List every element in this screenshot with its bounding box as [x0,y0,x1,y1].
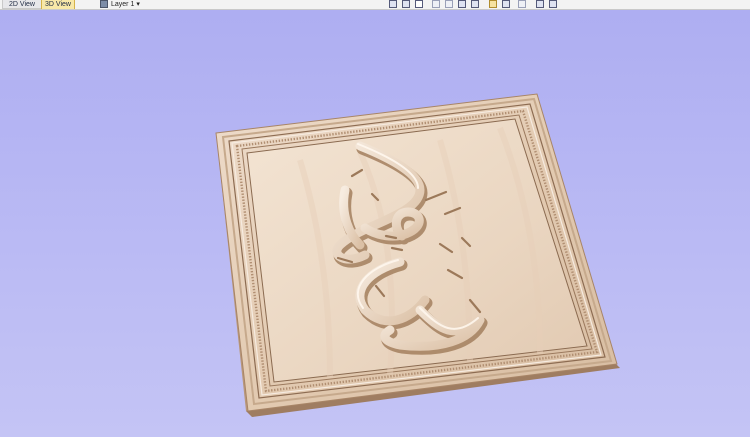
tab-3d-view[interactable]: 3D View [41,0,75,9]
layer-cube-icon [100,0,108,8]
zoom-extents-icon[interactable] [458,0,466,8]
layer-selector[interactable]: Layer 1 ▾ [100,0,140,9]
split-vertical-icon[interactable] [536,0,544,8]
tab-2d-view[interactable]: 2D View [2,0,42,9]
3d-viewport[interactable] [0,9,750,437]
split-horizontal-icon[interactable] [549,0,557,8]
fit-selection-icon[interactable] [402,0,410,8]
layer-label: Layer 1 [111,0,135,8]
light-bulb-icon[interactable] [518,0,526,8]
zoom-window-icon[interactable] [471,0,479,8]
shaded-view-icon[interactable] [489,0,497,8]
iso-view-icon[interactable] [432,0,440,8]
grid-icon[interactable] [415,0,423,8]
wireframe-view-icon[interactable] [502,0,510,8]
fit-view-icon[interactable] [389,0,397,8]
chevron-down-icon: ▾ [136,0,140,8]
zoom-in-icon[interactable] [445,0,453,8]
view-toolbar: 2D View 3D View Layer 1 ▾ [0,0,750,10]
